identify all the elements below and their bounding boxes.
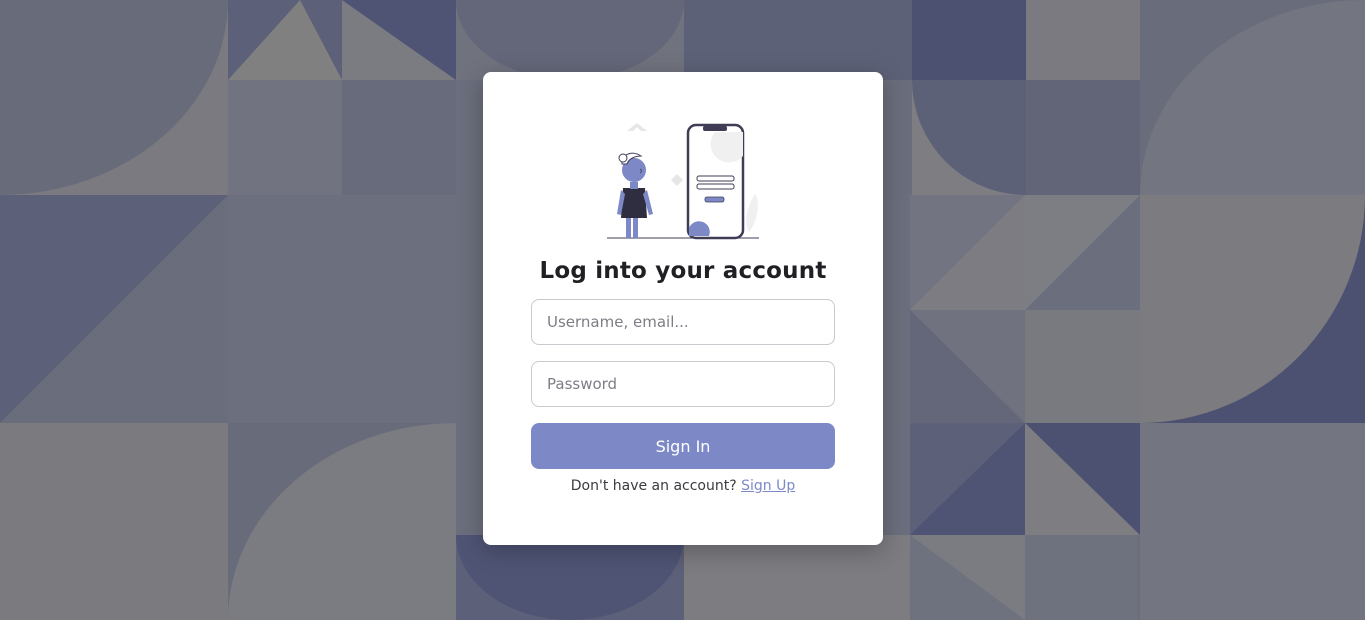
login-card: Log into your account Sign In Don't have… xyxy=(483,72,883,545)
signup-row: Don't have an account? Sign Up xyxy=(483,478,883,494)
username-field[interactable] xyxy=(531,299,835,345)
username-input[interactable] xyxy=(532,300,834,344)
sign-in-button[interactable]: Sign In xyxy=(531,423,835,469)
person-with-phone-illustration xyxy=(607,123,759,240)
signup-prompt: Don't have an account? xyxy=(570,478,742,494)
sign-up-link[interactable]: Sign Up xyxy=(741,478,795,494)
password-field[interactable] xyxy=(531,361,835,407)
password-input[interactable] xyxy=(532,362,834,406)
page-title: Log into your account xyxy=(539,258,827,284)
